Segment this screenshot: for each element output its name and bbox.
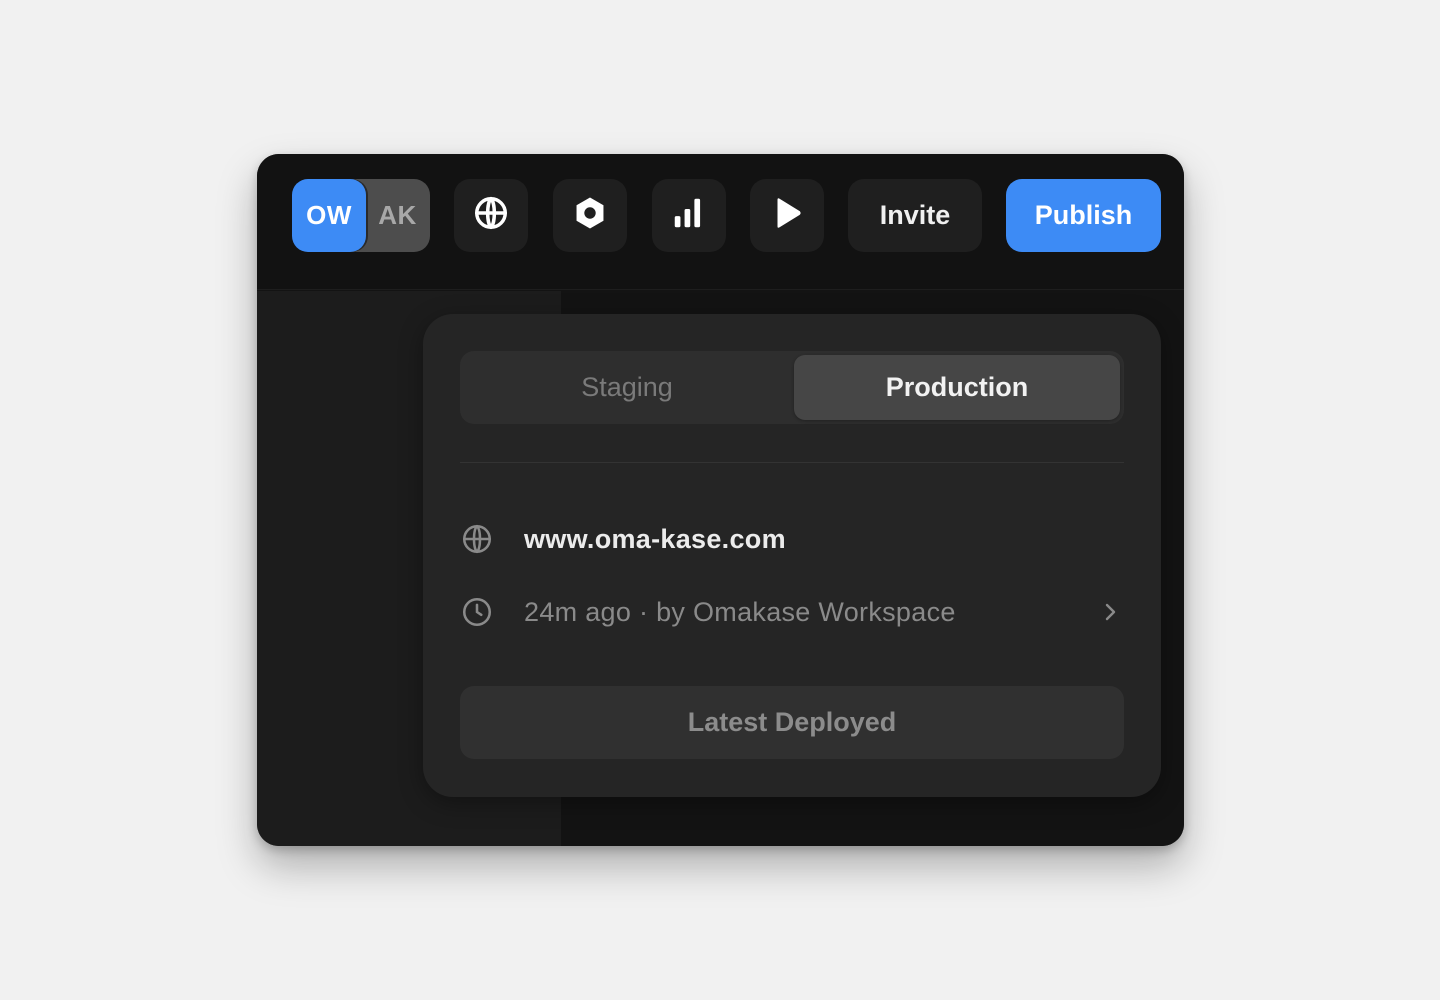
clock-icon bbox=[460, 592, 500, 632]
globe-icon bbox=[460, 519, 500, 559]
globe-icon bbox=[472, 194, 510, 237]
app-window: AK OW Invite Publish Staging Production … bbox=[257, 154, 1184, 846]
play-icon bbox=[768, 194, 806, 237]
avatar-initials: OW bbox=[306, 200, 352, 230]
deploy-info-row[interactable]: 24m ago · by Omakase Workspace bbox=[460, 592, 1124, 632]
settings-button[interactable] bbox=[553, 179, 627, 252]
domain-button[interactable] bbox=[454, 179, 528, 252]
analytics-button[interactable] bbox=[652, 179, 726, 252]
tab-production[interactable]: Production bbox=[794, 355, 1120, 420]
analytics-bars-icon bbox=[670, 194, 708, 237]
deploy-info-text: 24m ago · by Omakase Workspace bbox=[524, 596, 956, 627]
environment-tabs: Staging Production bbox=[460, 351, 1124, 424]
chevron-right-icon[interactable] bbox=[1098, 600, 1122, 624]
publish-popover: Staging Production www.oma-kase.com 24m … bbox=[423, 314, 1161, 797]
domain-row[interactable]: www.oma-kase.com bbox=[460, 519, 1124, 559]
preview-button[interactable] bbox=[750, 179, 824, 252]
domain-link[interactable]: www.oma-kase.com bbox=[524, 524, 786, 555]
settings-hexagon-icon bbox=[571, 194, 609, 237]
divider bbox=[460, 462, 1124, 463]
toolbar: AK OW Invite Publish bbox=[257, 154, 1184, 290]
latest-deployed-button[interactable]: Latest Deployed bbox=[460, 686, 1124, 759]
avatar-initials: AK bbox=[378, 200, 417, 230]
avatar-ow[interactable]: OW bbox=[292, 179, 366, 252]
invite-button[interactable]: Invite bbox=[848, 179, 982, 252]
tab-staging[interactable]: Staging bbox=[464, 355, 790, 420]
publish-button[interactable]: Publish bbox=[1006, 179, 1161, 252]
